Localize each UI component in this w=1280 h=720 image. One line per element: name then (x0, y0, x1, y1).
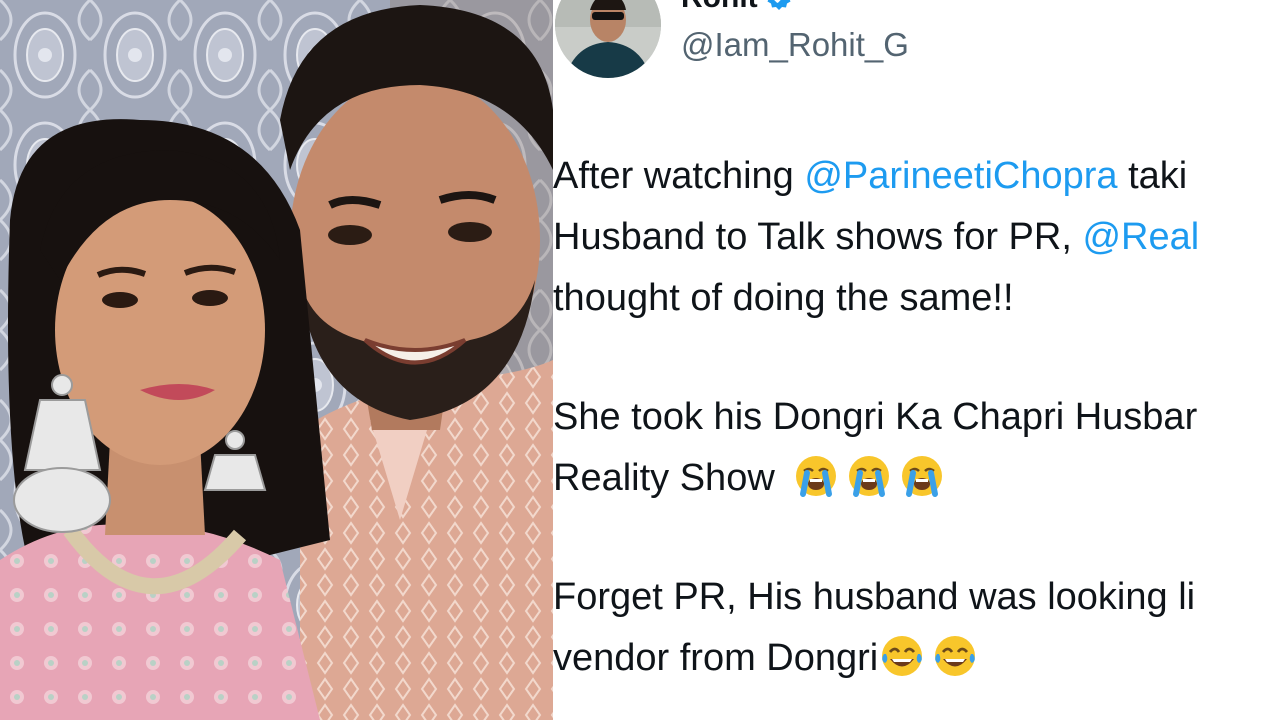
tweet-line: Forget PR, His husband was looking li (553, 576, 1196, 618)
crying-face-emoji-icon (847, 454, 891, 498)
text-segment: Husband to Talk shows for PR, (553, 216, 1083, 258)
couple-photo (0, 0, 553, 720)
text-segment: vendor from Dongri (553, 637, 879, 679)
crying-face-emoji-icon (794, 454, 838, 498)
tweet-line: Husband to Talk shows for PR, @Real (553, 207, 1280, 268)
profile-avatar[interactable] (555, 0, 661, 78)
mention-link-parineeti[interactable]: @ParineetiChopra (804, 155, 1117, 197)
tears-of-joy-emoji-icon (933, 634, 977, 678)
text-segment: After watching (553, 155, 805, 197)
tweet-paragraph-2: She took his Dongri Ka Chapri Husbar Rea… (553, 387, 1280, 509)
crying-face-emoji-icon (900, 454, 944, 498)
text-segment: taki (1117, 155, 1188, 197)
author-display-name[interactable]: Rohit (681, 0, 792, 18)
author-handle[interactable]: @Iam_Rohit_G (681, 26, 909, 64)
mention-link-real[interactable]: @Real (1082, 216, 1199, 258)
display-name-text: Rohit (681, 0, 758, 15)
tweet-paragraph-3: Forget PR, His husband was looking li ve… (553, 567, 1280, 689)
tweet-paragraph-1: After watching @ParineetiChopra taki Hus… (553, 146, 1280, 329)
tweet-line: vendor from Dongri (553, 628, 1280, 689)
tweet-line: thought of doing the same!! (553, 277, 1014, 319)
tweet-line: After watching @ParineetiChopra taki (553, 146, 1280, 207)
tweet-line: She took his Dongri Ka Chapri Husbar (553, 396, 1198, 438)
tweet-text: After watching @ParineetiChopra taki Hus… (553, 146, 1280, 720)
tweet-line: Reality Show (553, 448, 1280, 509)
verified-badge-icon (766, 0, 792, 11)
tweet-card: Rohit @Iam_Rohit_G After watching @Parin… (553, 0, 1280, 720)
text-segment: Reality Show (553, 457, 775, 499)
tears-of-joy-emoji-icon (880, 634, 924, 678)
